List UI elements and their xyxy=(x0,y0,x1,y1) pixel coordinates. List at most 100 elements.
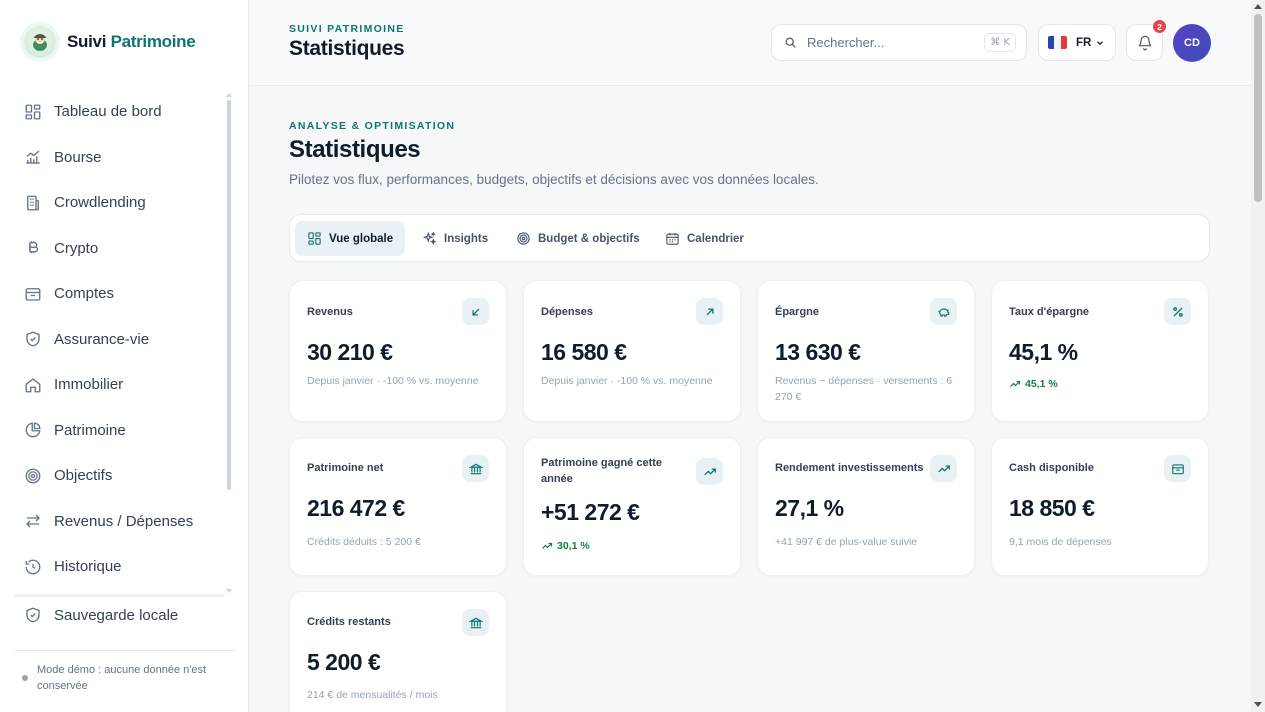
demo-note-text: Mode démo : aucune donnée n'est conservé… xyxy=(37,664,207,692)
card-label: Cash disponible xyxy=(1009,462,1094,474)
sidebar-item-crowdlending[interactable]: Crowdlending xyxy=(14,180,224,226)
sidebar-item-crypto[interactable]: Crypto xyxy=(14,226,224,272)
card-value: 45,1 % xyxy=(1009,339,1078,365)
sidebar-item-sauvegarde-locale[interactable]: Sauvegarde locale xyxy=(24,606,178,624)
search-input[interactable]: Rechercher... ⌘ K xyxy=(771,24,1027,61)
tab-insights[interactable]: Insights xyxy=(410,221,500,256)
header-eyebrow: SUIVI PATRIMOINE xyxy=(289,23,405,35)
card-trend: 30,1 % xyxy=(541,540,590,552)
target-icon xyxy=(25,468,41,484)
card-value: 30 210 € xyxy=(307,339,393,365)
card-subtext: Crédits déduits : 5 200 € xyxy=(307,536,421,548)
sidebar-item-label: Immobilier xyxy=(54,376,124,394)
keyboard-shortcut: ⌘ K xyxy=(984,33,1016,52)
bank-icon xyxy=(462,455,489,482)
tab-vue-globale[interactable]: Vue globale xyxy=(295,221,406,256)
building-icon xyxy=(27,195,39,211)
sidebar-item-historique[interactable]: Historique xyxy=(14,544,224,590)
dashboard-icon xyxy=(25,104,41,120)
stat-card-cash-disponible: Cash disponible 18 850 € 9,1 mois de dép… xyxy=(991,437,1209,576)
sidebar-item-comptes[interactable]: Comptes xyxy=(14,271,224,317)
stat-card-depenses: Dépenses 16 580 € Depuis janvier · -100 … xyxy=(523,280,741,422)
card-value: 27,1 % xyxy=(775,495,844,521)
card-value: 216 472 € xyxy=(307,495,405,521)
stat-card-patrimoine-gagne: Patrimoine gagné cette année +51 272 € 3… xyxy=(523,437,741,576)
search-placeholder: Rechercher... xyxy=(807,35,885,50)
sidebar-item-label: Comptes xyxy=(54,285,115,303)
sidebar-scroll-down[interactable] xyxy=(226,589,232,593)
sidebar-item-revenus-depenses[interactable]: Revenus / Dépenses xyxy=(14,499,224,545)
tab-budget-objectifs[interactable]: Budget & objectifs xyxy=(504,221,652,256)
scrollbar-thumb[interactable] xyxy=(1254,14,1262,202)
trending-up-icon xyxy=(542,542,553,549)
sidebar-item-bourse[interactable]: Bourse xyxy=(14,135,224,181)
card-label: Crédits restants xyxy=(307,616,391,628)
sparkles-icon xyxy=(422,231,437,246)
logo-icon xyxy=(24,26,56,58)
card-label: Patrimoine gagné cette année xyxy=(541,457,663,485)
shield-icon xyxy=(26,331,40,347)
dashboard-icon xyxy=(308,232,321,245)
page-subtitle: Pilotez vos flux, performances, budgets,… xyxy=(289,172,819,187)
sidebar-scroll-up[interactable] xyxy=(226,93,232,97)
sidebar-item-immobilier[interactable]: Immobilier xyxy=(14,362,224,408)
brand-name: Suivi Patrimoine xyxy=(67,32,196,51)
divider xyxy=(14,594,224,597)
sidebar-item-objectifs[interactable]: Objectifs xyxy=(14,453,224,499)
scroll-down-arrow[interactable] xyxy=(1254,702,1262,707)
france-flag-icon xyxy=(1048,36,1067,49)
shield-check-icon xyxy=(26,607,40,623)
sidebar-item-patrimoine[interactable]: Patrimoine xyxy=(14,408,224,454)
card-subtext: +41 997 € de plus-value suivie xyxy=(775,536,918,548)
card-value: 16 580 € xyxy=(541,339,627,365)
sidebar-scrollbar[interactable] xyxy=(227,100,231,490)
sidebar-item-label: Objectifs xyxy=(54,467,113,485)
card-value: +51 272 € xyxy=(541,499,640,525)
language-selector[interactable]: FR xyxy=(1038,24,1116,61)
card-trend: 45,1 % xyxy=(1009,378,1058,390)
bell-icon xyxy=(1138,35,1151,50)
sidebar-item-assurance-vie[interactable]: Assurance-vie xyxy=(14,317,224,363)
tab-label: Insights xyxy=(444,232,489,245)
tab-label: Budget & objectifs xyxy=(538,232,640,245)
sidebar: Suivi Patrimoine Tableau de bord Bourse … xyxy=(0,0,249,712)
card-subtext: 214 € de mensualités / mois xyxy=(307,689,438,701)
search-icon xyxy=(785,37,796,48)
tab-calendrier[interactable]: Calendrier xyxy=(653,221,756,256)
card-label: Épargne xyxy=(775,306,820,318)
percent-icon xyxy=(1164,298,1191,325)
trending-up-icon xyxy=(696,458,723,485)
sidebar-item-label: Sauvegarde locale xyxy=(54,606,179,624)
arrow-up-right-icon xyxy=(696,298,723,325)
card-subtext: 9,1 mois de dépenses xyxy=(1009,536,1112,548)
card-value: 18 850 € xyxy=(1009,495,1095,521)
stat-card-rendement: Rendement investissements 27,1 % +41 997… xyxy=(757,437,975,576)
top-bar: SUIVI PATRIMOINE Statistiques Rechercher… xyxy=(249,0,1251,86)
sidebar-nav: Tableau de bord Bourse Crowdlending Cryp… xyxy=(14,89,224,590)
card-subtext: Revenus − dépenses · versements : 6 270 … xyxy=(775,375,953,403)
divider xyxy=(14,650,235,651)
notification-badge: 2 xyxy=(1153,20,1166,33)
wallet-icon xyxy=(1164,455,1191,482)
sidebar-item-label: Historique xyxy=(54,558,122,576)
pie-chart-icon xyxy=(25,422,41,438)
sidebar-item-label: Tableau de bord xyxy=(54,103,162,121)
card-subtext: Depuis janvier · -100 % vs. moyenne xyxy=(541,375,713,387)
language-label: FR xyxy=(1076,36,1092,49)
card-label: Revenus xyxy=(307,306,353,318)
sidebar-item-label: Bourse xyxy=(54,148,102,166)
status-dot xyxy=(22,675,28,681)
bank-icon xyxy=(462,609,489,636)
sidebar-item-tableau-de-bord[interactable]: Tableau de bord xyxy=(14,89,224,135)
scroll-up-arrow[interactable] xyxy=(1254,4,1262,9)
brand[interactable]: Suivi Patrimoine xyxy=(24,26,196,58)
avatar[interactable]: CD xyxy=(1173,24,1211,62)
arrow-down-left-icon xyxy=(462,298,489,325)
page-scrollbar[interactable] xyxy=(1251,0,1265,712)
piggy-bank-icon xyxy=(930,298,957,325)
page-title: Statistiques xyxy=(289,136,421,163)
stat-card-credits-restants: Crédits restants 5 200 € 214 € de mensua… xyxy=(289,591,507,712)
chevron-down-icon xyxy=(1097,40,1104,45)
wallet-icon xyxy=(25,287,41,301)
card-value: 5 200 € xyxy=(307,649,381,675)
